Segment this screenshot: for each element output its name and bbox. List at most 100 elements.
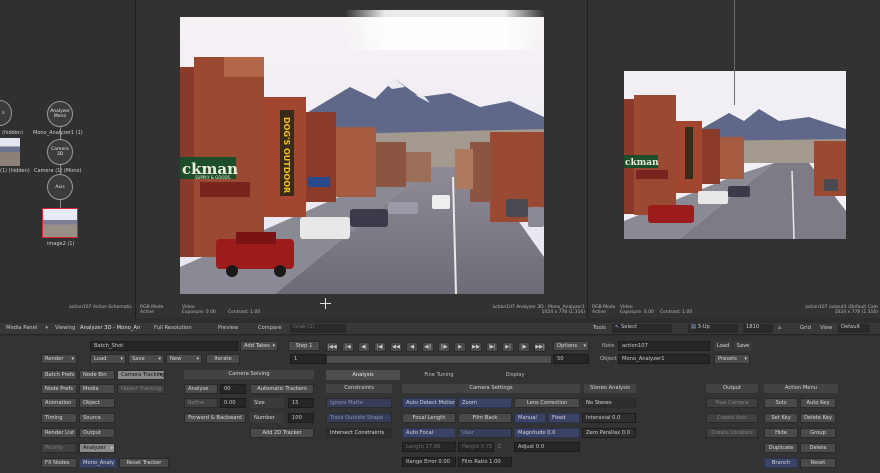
height-field[interactable]: Height 0.75 — [458, 442, 494, 452]
preview-button[interactable]: Preview — [218, 325, 238, 332]
free-camera-button[interactable]: Free Camera — [706, 398, 758, 408]
tab-analysis[interactable]: Analysis — [326, 370, 400, 380]
expand-icon[interactable]: ▸ — [111, 445, 114, 451]
delete-button[interactable]: Delete — [800, 443, 836, 453]
duplicate-button[interactable]: Duplicate — [764, 443, 798, 453]
priority-button[interactable]: Priority — [41, 443, 77, 453]
play-icon[interactable]: ▶ — [454, 342, 466, 352]
node-bin-button[interactable]: Node Bin — [79, 370, 115, 380]
crosshair-icon[interactable] — [320, 298, 331, 309]
object-field[interactable]: Mono_Analyzer1 — [618, 354, 710, 364]
new-dropdown[interactable]: New — [166, 354, 202, 364]
delete-key-button[interactable]: Delete Key — [800, 413, 836, 423]
grab-field[interactable]: Grab (1) — [290, 324, 346, 333]
options-dropdown[interactable]: Options — [553, 341, 589, 351]
iterate-button[interactable]: Iterate — [206, 354, 240, 364]
compare-button[interactable]: Compare — [258, 325, 282, 332]
hide-button[interactable]: Hide — [764, 428, 798, 438]
left-thumbnail[interactable] — [0, 138, 20, 166]
fixed-toggle[interactable]: Fixed — [548, 413, 580, 423]
prev-mark-icon[interactable]: |◀| — [374, 342, 386, 352]
number-field[interactable]: 100 — [288, 413, 314, 423]
branch-button[interactable]: Branch — [764, 458, 798, 468]
node-prefs-button[interactable]: Node Prefs — [41, 384, 77, 394]
manual-toggle[interactable]: Manual — [514, 413, 546, 423]
next-mark-icon[interactable]: |▶| — [486, 342, 498, 352]
object-button[interactable]: Object — [79, 398, 115, 408]
fx-nodes-button[interactable]: FX Nodes — [41, 458, 77, 468]
camera-node[interactable]: Camera 3D — [47, 139, 73, 165]
adjust-field[interactable]: Adjust 0.0 — [514, 442, 580, 452]
analyse-field[interactable]: 00 — [220, 384, 246, 394]
media-button[interactable]: Media — [79, 384, 115, 394]
step-forward-icon[interactable]: ||▶ — [438, 342, 450, 352]
presets-dropdown[interactable]: Presets — [714, 354, 750, 364]
track-outside-shape-toggle[interactable]: Track Outside Shape — [326, 413, 392, 423]
object-tracking-button[interactable]: Object Tracking — [117, 384, 165, 394]
add-takes-dropdown[interactable]: Add Takes — [240, 341, 278, 351]
rewind-icon[interactable]: ◀◀ — [390, 342, 402, 352]
create-axis-button[interactable]: Create Axis — [706, 413, 758, 423]
solo-button[interactable]: Solo — [764, 398, 798, 408]
intersect-constraints-toggle[interactable]: Intersect Constraints — [326, 428, 392, 438]
frame-dropdown[interactable]: 1810 — [743, 324, 773, 333]
grid-toggle[interactable]: Grid — [800, 325, 811, 332]
axis-node[interactable]: Axis — [47, 174, 73, 200]
set-key-button[interactable]: Set Key — [764, 413, 798, 423]
render-list-button[interactable]: Render List — [41, 428, 77, 438]
tab-fine-tuning[interactable]: Fine Tuning — [402, 370, 476, 380]
play-reverse-icon[interactable]: ◀ — [406, 342, 418, 352]
save-dropdown[interactable]: Save — [128, 354, 164, 364]
media-panel-dropdown[interactable]: Media Panel — [6, 325, 50, 332]
fast-forward-icon[interactable]: ▶▶ — [470, 342, 482, 352]
automatic-trackers-button[interactable]: Automatic Trackers — [250, 384, 314, 394]
mono-analyzer-node-button[interactable]: Mono_Analy — [79, 458, 117, 468]
batch-name-field[interactable]: Batch_Shot — [90, 341, 238, 351]
auto-detect-motion-toggle[interactable]: Auto Detect Motion — [402, 398, 456, 408]
view-dropdown[interactable]: View — [820, 325, 832, 332]
batch-prefs-button[interactable]: Batch Prefs — [41, 370, 77, 380]
group-button[interactable]: Group — [800, 428, 836, 438]
refine-button[interactable]: Refine — [184, 398, 218, 408]
step-button[interactable]: Step 1 — [288, 341, 320, 351]
create-locators-button[interactable]: Create Locators — [706, 428, 758, 438]
zoom-toggle[interactable]: Zoom — [458, 398, 512, 408]
mark-out-icon[interactable]: ▶| — [502, 342, 514, 352]
focal-length-button[interactable]: Focal Length — [402, 413, 456, 423]
step-back-icon[interactable]: ◀|| — [422, 342, 434, 352]
film-back-button[interactable]: Film Back — [458, 413, 512, 423]
length-field[interactable]: Length 27.86 — [402, 442, 456, 452]
frame-end-field[interactable]: 50 — [553, 354, 589, 364]
viewing-dropdown[interactable]: Analyzer 3D - Mono_An — [80, 325, 140, 332]
lens-correction-button[interactable]: Lens Correction — [514, 398, 580, 408]
auto-focal-toggle[interactable]: Auto Focal — [402, 428, 456, 438]
note-save-button[interactable]: Save — [734, 341, 752, 351]
prev-key-icon[interactable]: |◀ — [342, 342, 354, 352]
camera-dropdown[interactable]: Default — [838, 324, 870, 333]
ignore-mattes-toggle[interactable]: Ignore Matte — [326, 398, 392, 408]
add-2d-tracker-button[interactable]: Add 2D Tracker — [250, 428, 314, 438]
next-key-icon[interactable]: |▶ — [518, 342, 530, 352]
load-dropdown[interactable]: Load — [90, 354, 126, 364]
no-stereo-toggle[interactable]: No Stereo — [582, 398, 636, 408]
magnitude-field[interactable]: Magnitude 0.0 — [514, 428, 580, 438]
camera-tracking-dropdown[interactable]: Camera Tracking — [117, 370, 165, 380]
select-tool-dropdown[interactable]: ↖ Select — [612, 324, 672, 333]
refine-field[interactable]: 0.00 — [220, 398, 246, 408]
frame-field[interactable]: 1 — [290, 354, 326, 364]
timeline-slider[interactable] — [326, 355, 552, 364]
reset-tracker-button[interactable]: Reset Tracker — [119, 458, 169, 468]
image-node-thumbnail[interactable] — [42, 208, 78, 238]
tab-display[interactable]: Display — [478, 370, 552, 380]
render-dropdown[interactable]: Render — [41, 354, 77, 364]
goto-end-icon[interactable]: ▶▶| — [534, 342, 546, 352]
analyzer-button[interactable]: Analyzer — [79, 443, 115, 453]
source-button[interactable]: Source — [79, 413, 115, 423]
analyse-button[interactable]: Analyse — [184, 384, 218, 394]
home-icon[interactable]: ⌂ — [778, 325, 781, 332]
mark-in-icon[interactable]: ◀| — [358, 342, 370, 352]
forward-backward-button[interactable]: Forward & Backward — [184, 413, 246, 423]
interaxial-field[interactable]: Interaxial 0.0 — [582, 413, 636, 423]
range-error-field[interactable]: Range Error 0.00 — [402, 457, 456, 467]
view-mode-dropdown[interactable]: ▤ 3-Up — [688, 324, 738, 333]
